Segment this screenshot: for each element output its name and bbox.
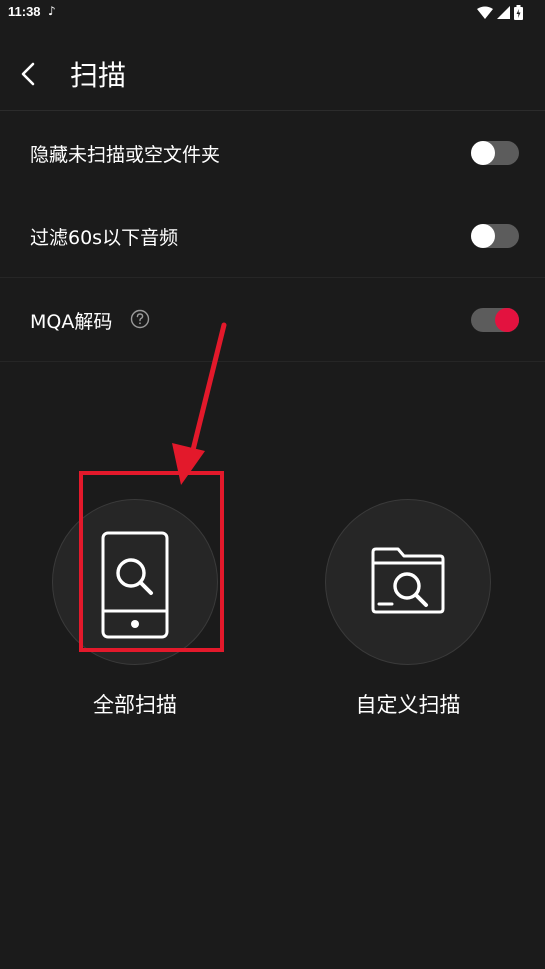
hide-folders-toggle[interactable] xyxy=(471,141,519,165)
setting-label: 隐藏未扫描或空文件夹 xyxy=(30,144,221,166)
folder-search-icon xyxy=(371,547,445,614)
mqa-decode-toggle[interactable] xyxy=(471,308,519,332)
chevron-left-icon xyxy=(21,62,35,86)
custom-scan-button[interactable]: 自定义扫描 xyxy=(325,499,491,739)
music-note-icon: ♪ xyxy=(48,4,56,18)
full-scan-label: 全部扫描 xyxy=(93,693,177,717)
filter-short-audio-toggle[interactable] xyxy=(471,224,519,248)
status-bar: 11:38 ♪ xyxy=(0,0,545,26)
toggle-knob xyxy=(471,224,495,248)
phone-search-icon xyxy=(101,531,169,639)
status-time: 11:38 xyxy=(8,4,41,19)
toggle-knob xyxy=(471,141,495,165)
question-circle-icon[interactable] xyxy=(130,309,150,329)
setting-row-mqa[interactable]: MQA解码 xyxy=(0,278,545,361)
toggle-knob xyxy=(495,308,519,332)
wifi-icon xyxy=(477,6,493,19)
setting-label: 过滤60s以下音频 xyxy=(30,227,179,249)
setting-row-hide-folders[interactable]: 隐藏未扫描或空文件夹 xyxy=(0,111,545,194)
divider xyxy=(0,361,545,362)
battery-icon xyxy=(514,5,523,20)
signal-icon xyxy=(497,6,510,19)
custom-scan-label: 自定义扫描 xyxy=(355,693,461,717)
full-scan-button[interactable]: 全部扫描 xyxy=(52,499,218,739)
back-button[interactable] xyxy=(10,56,46,92)
setting-row-filter-short[interactable]: 过滤60s以下音频 xyxy=(0,194,545,277)
status-icons xyxy=(477,5,523,20)
setting-label: MQA解码 xyxy=(30,311,113,333)
app-header: 扫描 xyxy=(0,26,545,111)
page-title: 扫描 xyxy=(70,59,127,92)
